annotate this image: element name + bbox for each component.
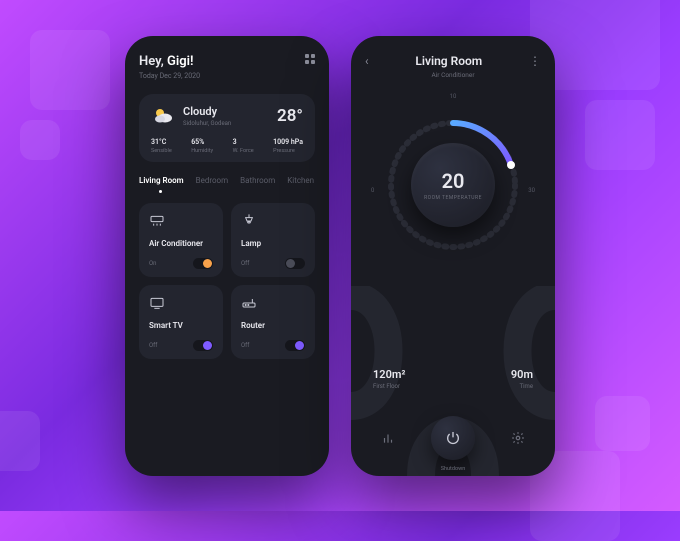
back-icon[interactable]: ‹ xyxy=(365,54,369,68)
device-title: Smart TV xyxy=(149,321,213,330)
tv-icon xyxy=(149,295,165,311)
menu-grid-icon[interactable] xyxy=(305,54,315,64)
weather-stat: 1009 hPaPressure xyxy=(273,138,303,154)
device-title: Lamp xyxy=(241,239,305,248)
device-toggle[interactable] xyxy=(193,340,213,351)
device-state: Off xyxy=(149,342,157,349)
device-card-tv[interactable]: Smart TV Off xyxy=(139,285,223,359)
room-subtitle: Air Conditioner xyxy=(365,71,541,79)
device-toggle[interactable] xyxy=(193,258,213,269)
room-tabs: Living Room Bedroom Bathroom Kitchen xyxy=(139,176,315,185)
dial-tick: 0 xyxy=(371,187,374,194)
device-card-ac[interactable]: Air Conditioner On xyxy=(139,203,223,277)
room-stat-time: 90m Time xyxy=(511,368,533,390)
ac-icon xyxy=(149,213,165,229)
device-state: Off xyxy=(241,342,249,349)
device-state: On xyxy=(149,260,156,267)
weather-condition: Cloudy xyxy=(183,105,277,118)
shutdown-label: Shutdown xyxy=(441,466,466,472)
home-screen: Hey, Gigi! Today Dec 29, 2020 Cloudy Sid… xyxy=(125,36,329,476)
tab-indicator xyxy=(159,190,162,193)
lamp-icon xyxy=(241,213,257,229)
greeting-prefix: Hey, xyxy=(139,54,167,69)
stats-icon[interactable] xyxy=(379,429,397,447)
temperature-dial[interactable]: 10 0 30 20 ROOM TEMPERATURE xyxy=(365,87,541,277)
device-title: Router xyxy=(241,321,305,330)
power-button[interactable] xyxy=(431,416,475,460)
power-icon xyxy=(445,430,461,446)
room-title: Living Room xyxy=(415,54,482,68)
weather-icon xyxy=(151,104,175,128)
weather-card[interactable]: Cloudy Sidoluhur, Godean 28° 31°CSensibl… xyxy=(139,94,315,162)
tab-bedroom[interactable]: Bedroom xyxy=(196,176,229,185)
weather-stat: 3W. Force xyxy=(233,138,254,154)
dial-tick: 10 xyxy=(450,93,457,100)
weather-stat: 65%Humidity xyxy=(191,138,213,154)
temperature-label: ROOM TEMPERATURE xyxy=(424,195,482,201)
device-toggle[interactable] xyxy=(285,340,305,351)
tab-bathroom[interactable]: Bathroom xyxy=(240,176,275,185)
settings-icon[interactable] xyxy=(509,429,527,447)
greeting-name: Gigi! xyxy=(167,54,194,69)
dial-tick: 30 xyxy=(528,187,535,194)
room-screen: ‹ Living Room ⋮ Air Conditioner 10 0 30 … xyxy=(351,36,555,476)
tab-kitchen[interactable]: Kitchen xyxy=(287,176,314,185)
greeting-block: Hey, Gigi! Today Dec 29, 2020 xyxy=(139,54,200,80)
device-toggle[interactable] xyxy=(285,258,305,269)
more-icon[interactable]: ⋮ xyxy=(529,54,541,68)
device-card-lamp[interactable]: Lamp Off xyxy=(231,203,315,277)
current-date: Today Dec 29, 2020 xyxy=(139,72,200,80)
room-stat-area: 120m² First Floor xyxy=(373,368,406,390)
router-icon xyxy=(241,295,257,311)
tab-living-room[interactable]: Living Room xyxy=(139,176,184,185)
temperature-value: 20 xyxy=(442,169,465,193)
device-title: Air Conditioner xyxy=(149,239,213,248)
device-state: Off xyxy=(241,260,249,267)
weather-location: Sidoluhur, Godean xyxy=(183,120,277,127)
device-card-router[interactable]: Router Off xyxy=(231,285,315,359)
weather-temperature: 28° xyxy=(277,106,303,126)
weather-stat: 31°CSensible xyxy=(151,138,172,154)
